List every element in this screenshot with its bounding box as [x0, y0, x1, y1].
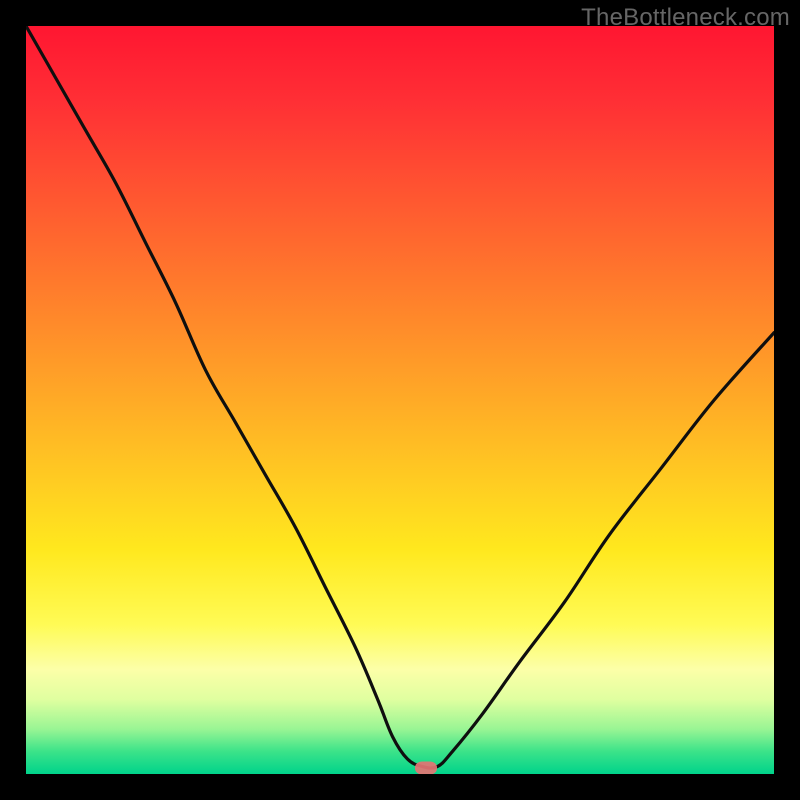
bottleneck-curve	[26, 26, 774, 774]
watermark-text: TheBottleneck.com	[581, 4, 790, 32]
minimum-marker	[415, 762, 437, 774]
stage: TheBottleneck.com	[0, 0, 800, 800]
plot-area	[26, 26, 774, 774]
